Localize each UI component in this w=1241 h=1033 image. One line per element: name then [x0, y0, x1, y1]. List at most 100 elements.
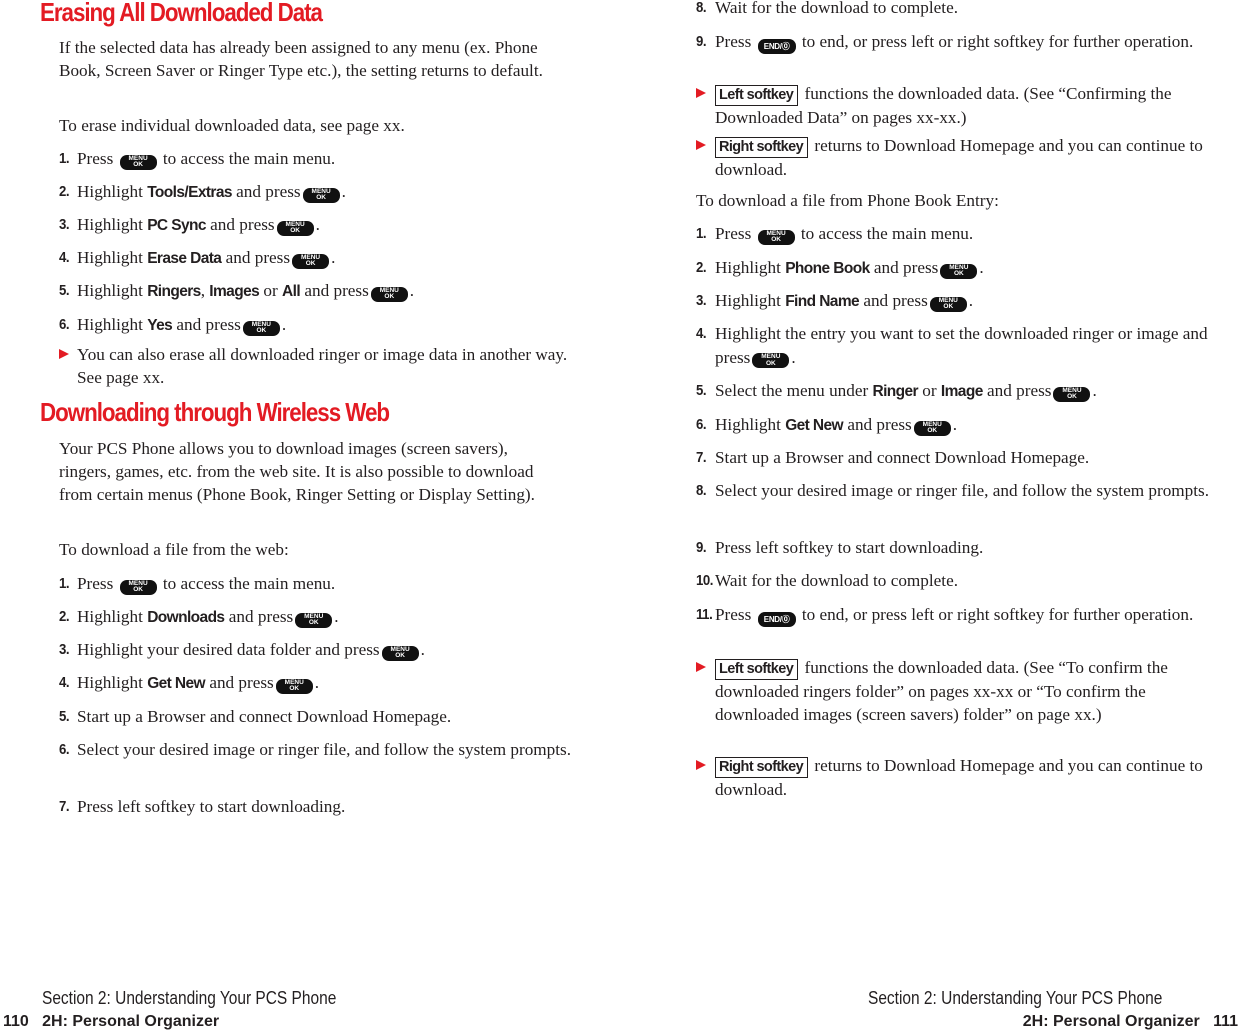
- step-text: and press: [987, 381, 1052, 400]
- step-item: 3. Highlight PC Sync and press MENU OK.: [59, 213, 577, 238]
- step-number: 8.: [696, 0, 707, 16]
- step-text: Press left softkey to start downloading.: [77, 797, 346, 816]
- step-number: 2.: [59, 608, 70, 625]
- step-item: 1. Press MENU OK to access the main menu.: [696, 222, 1225, 246]
- step-item: 4. Highlight Erase Data and press MENU OK.: [59, 246, 577, 271]
- step-number: 9.: [696, 33, 707, 50]
- step-text: and press: [176, 315, 241, 334]
- menu-ok-key-icon: MENU OK: [381, 645, 419, 661]
- menu-keyword: Find Name: [785, 293, 860, 310]
- step-text: Press: [715, 32, 752, 51]
- step-text: Select your desired image or ringer file…: [715, 481, 1210, 500]
- step-item: 5. Start up a Browser and connect Downlo…: [59, 705, 577, 729]
- step-number: 1.: [696, 225, 707, 242]
- red-arrow-bullet-icon: [696, 662, 706, 672]
- step-item: 6. Highlight Get New and press MENU OK.: [696, 413, 1225, 438]
- step-text: and press: [863, 291, 928, 310]
- step-item: 2. Highlight Downloads and press MENU OK.: [59, 605, 577, 630]
- menu-keyword: All: [282, 283, 301, 300]
- step-item: 7. Press left softkey to start downloadi…: [59, 795, 577, 819]
- menu-ok-key-icon: MENU OK: [929, 296, 967, 312]
- left-softkey-label: Left softkey: [715, 85, 799, 106]
- step-item: 2. Highlight Phone Book and press MENU OK.: [696, 256, 1225, 281]
- step-item: 2. Highlight Tools/Extras and press MENU O…: [59, 180, 577, 205]
- menu-keyword: Ringer: [872, 383, 919, 400]
- note-item: Left softkey functions the downloaded da…: [696, 656, 1225, 726]
- note-item: Right softkey returns to Download Homepa…: [696, 134, 1225, 181]
- step-number: 11.: [696, 606, 713, 623]
- note-item: You can also erase all downloaded ringer…: [59, 343, 577, 389]
- step-number: 7.: [696, 449, 707, 466]
- menu-ok-key-icon: MENU OK: [370, 286, 408, 302]
- step-item: 4. Highlight the entry you want to set t…: [696, 324, 1208, 368]
- step-number: 3.: [696, 292, 707, 309]
- step-number: 4.: [696, 325, 707, 342]
- step-text: and press: [873, 258, 939, 277]
- step-number: 3.: [59, 641, 70, 658]
- step-text: Start up a Browser and connect Download …: [715, 448, 1090, 467]
- step-number: 9.: [696, 539, 707, 556]
- step-number: 4.: [59, 249, 70, 266]
- step-text: Highlight: [77, 607, 143, 626]
- menu-keyword: PC Sync: [147, 217, 206, 234]
- menu-keyword: Ringers: [147, 283, 201, 300]
- step-text: Highlight: [715, 415, 781, 434]
- menu-keyword: Image: [940, 383, 983, 400]
- step-number: 10.: [696, 572, 714, 589]
- menu-keyword: Images: [209, 283, 260, 300]
- step-text: Highlight your desired data folder and p…: [77, 640, 380, 659]
- step-number: 8.: [696, 482, 707, 499]
- step-number: 5.: [59, 282, 70, 299]
- step-item: 9. Press left softkey to start downloadi…: [696, 536, 1225, 560]
- step-text: Select your desired image or ringer file…: [77, 740, 572, 759]
- step-number: 3.: [59, 216, 70, 233]
- step-text: Wait for the download to complete.: [715, 571, 958, 590]
- menu-ok-key-icon: MENU OK: [1053, 386, 1091, 402]
- menu-ok-key-icon: MENU OK: [242, 320, 280, 336]
- step-number: 6.: [59, 741, 70, 758]
- menu-ok-key-icon: MENU OK: [302, 187, 340, 203]
- menu-ok-key-icon: MENU OK: [752, 353, 790, 368]
- step-text: Press: [715, 605, 752, 624]
- note-item: Left softkey functions the downloaded da…: [696, 82, 1225, 129]
- step-item: 4. Highlight Get New and press MENU OK.: [59, 671, 577, 696]
- footer-page-line: 2H: Personal Organizer 111: [1023, 1013, 1238, 1031]
- menu-keyword: Get New: [785, 417, 844, 434]
- step-item: 8. Select your desired image or ringer f…: [696, 479, 1225, 503]
- menu-keyword: Phone Book: [785, 260, 870, 277]
- step-item: 7. Start up a Browser and connect Downlo…: [696, 446, 1225, 470]
- step-item: 5. Select the menu under Ringer or Image…: [696, 379, 1225, 404]
- red-arrow-bullet-icon: [696, 140, 706, 150]
- menu-keyword: Yes: [147, 317, 173, 334]
- section-heading-downloading: Downloading through Wireless Web: [40, 397, 390, 427]
- step-text: Highlight: [77, 673, 143, 692]
- intro-paragraph: To erase individual downloaded data, see…: [59, 116, 405, 135]
- note-text: You can also erase all downloaded ringer…: [77, 345, 568, 387]
- menu-ok-key-icon: MENU OK: [292, 253, 330, 269]
- step-text: Start up a Browser and connect Download …: [77, 707, 452, 726]
- menu-ok-key-icon: MENU OK: [757, 229, 795, 245]
- footer-section-title: Section 2: Understanding Your PCS Phone: [42, 988, 337, 1008]
- step-item: 5. Highlight Ringers, Images or All and …: [59, 279, 577, 304]
- step-text: to access the main menu.: [162, 574, 336, 593]
- step-text: and press: [228, 607, 294, 626]
- step-number: 4.: [59, 674, 70, 691]
- menu-keyword: Downloads: [147, 609, 225, 626]
- step-item: 1. Press MENU OK to access the main menu.: [59, 572, 577, 596]
- step-number: 6.: [696, 416, 707, 433]
- step-text: and press: [225, 248, 291, 267]
- step-item: 6. Select your desired image or ringer f…: [59, 738, 577, 762]
- step-number: 1.: [59, 575, 70, 592]
- step-text: Highlight: [715, 291, 781, 310]
- red-arrow-bullet-icon: [59, 349, 69, 359]
- step-text: and press: [209, 673, 274, 692]
- step-item: 9. Press END/⓪ to end, or press left or …: [696, 30, 1225, 54]
- menu-keyword: Tools/Extras: [147, 184, 232, 201]
- end-power-key-icon: END/⓪: [757, 612, 796, 627]
- menu-ok-key-icon: MENU OK: [940, 263, 978, 279]
- intro-paragraph: To download a file from the web:: [59, 540, 289, 559]
- step-number: 2.: [696, 259, 707, 276]
- step-item: 3. Highlight your desired data folder an…: [59, 638, 577, 662]
- step-item: 1. Press MENU OK to access the main menu.: [59, 147, 577, 171]
- step-item: 8. Wait for the download to complete.: [696, 0, 1225, 20]
